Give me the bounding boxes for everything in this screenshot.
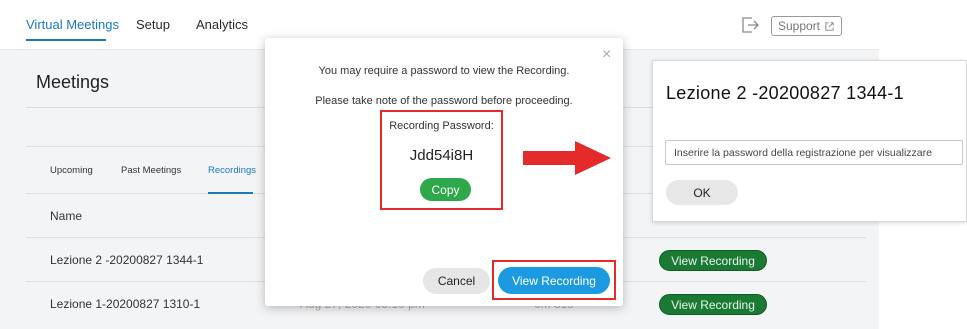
recording-name: Lezione 2 -20200827 1344-1	[50, 253, 204, 267]
panel-title: Lezione 2 -20200827 1344-1	[666, 83, 904, 103]
view-recording-highlight-box: View Recording	[492, 260, 616, 300]
password-highlight-box: Recording Password: Jdd54i8H Copy	[380, 110, 503, 210]
right-arrow-icon	[523, 141, 611, 175]
cancel-button[interactable]: Cancel	[423, 268, 490, 294]
support-label: Support	[777, 19, 821, 33]
support-button[interactable]: Support	[771, 16, 842, 36]
copy-button[interactable]: Copy	[420, 178, 471, 201]
password-input[interactable]	[665, 140, 963, 165]
page-title: Meetings	[36, 72, 110, 92]
subtab-past-meetings[interactable]: Past Meetings	[121, 165, 181, 176]
recording-name: Lezione 1-20200827 1310-1	[50, 297, 201, 311]
password-value: Jdd54i8H	[409, 147, 474, 164]
tab-analytics[interactable]: Analytics	[196, 17, 248, 32]
exit-icon[interactable]	[739, 14, 761, 36]
view-recording-button[interactable]: View Recording	[659, 294, 767, 315]
password-entry-panel: Lezione 2 -20200827 1344-1 OK	[652, 60, 967, 222]
password-label: Recording Password:	[389, 120, 494, 132]
subtab-upcoming[interactable]: Upcoming	[50, 165, 93, 176]
tab-virtual-meetings[interactable]: Virtual Meetings	[26, 17, 119, 32]
ok-button[interactable]: OK	[666, 180, 738, 205]
column-header-name: Name	[50, 209, 83, 223]
view-recording-button[interactable]: View Recording	[498, 267, 610, 294]
view-recording-button[interactable]: View Recording	[659, 250, 767, 271]
close-icon[interactable]: ×	[602, 47, 611, 63]
subtab-recordings[interactable]: Recordings	[208, 165, 256, 176]
active-tab-underline	[26, 39, 106, 41]
external-link-icon	[825, 21, 834, 31]
modal-message-line2: Please take note of the password before …	[315, 95, 573, 107]
tab-setup[interactable]: Setup	[136, 17, 170, 32]
modal-message-line1: You may require a password to view the R…	[318, 65, 570, 77]
